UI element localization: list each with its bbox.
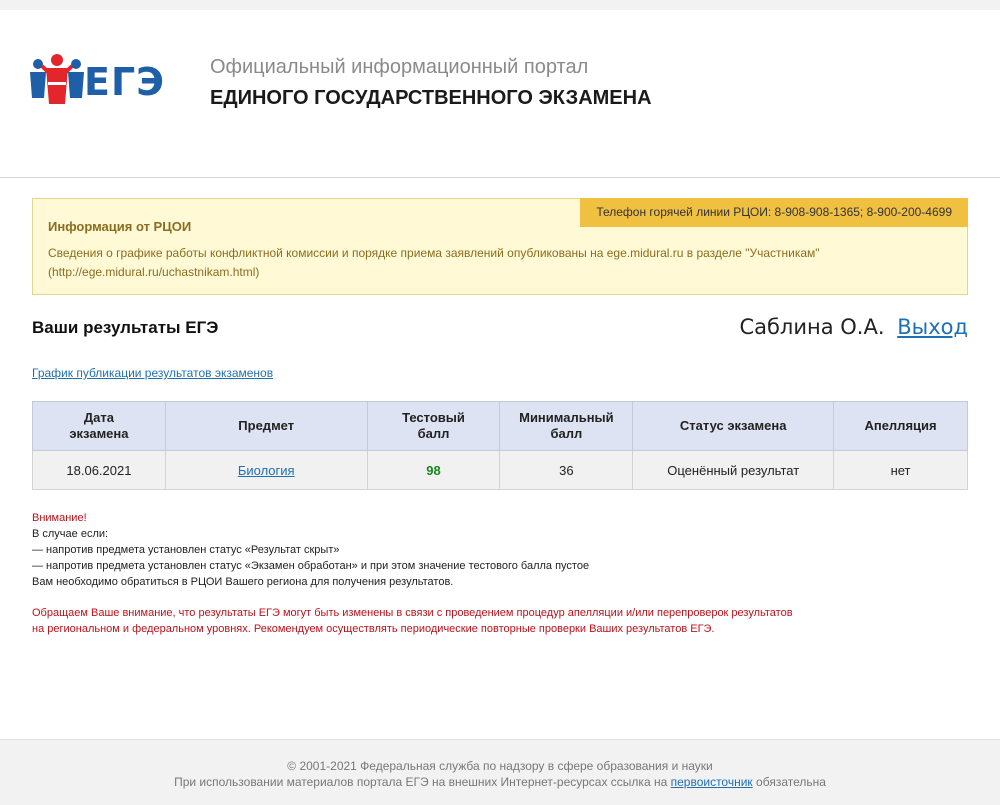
cell-appeal: нет (833, 450, 968, 490)
notes-item1: — напротив предмета установлен статус «Р… (32, 544, 340, 556)
header-date-line2: экзамена (69, 426, 129, 441)
ege-logo-icon (30, 54, 84, 104)
footer: © 2001-2021 Федеральная служба по надзор… (0, 739, 1000, 805)
logout-link[interactable]: Выход (897, 315, 968, 339)
hotline-banner: Телефон горячей линии РЦОИ: 8-908-908-13… (580, 198, 968, 227)
ege-logo[interactable]: ЕГЭ (28, 52, 173, 110)
cell-date: 18.06.2021 (32, 450, 166, 490)
header-min-line1: Минимальный (519, 410, 614, 425)
header-appeal: Апелляция (833, 401, 968, 451)
footer-copyright: © 2001-2021 Федеральная служба по надзор… (287, 759, 713, 773)
info-title: Информация от РЦОИ (48, 219, 192, 234)
notice-line2: на региональном и федеральном уровнях. Р… (32, 623, 715, 635)
source-link[interactable]: первоисточник (671, 775, 753, 789)
header-subject: Предмет (164, 401, 368, 451)
info-text-line1: Сведения о графике работы конфликтной ко… (48, 246, 820, 260)
table-row: 18.06.2021 Биология 98 36 Оценённый резу… (32, 450, 968, 490)
schedule-link[interactable]: График публикации результатов экзаменов (32, 366, 273, 380)
results-table: Дата экзамена Предмет Тестовый балл Мини… (32, 401, 968, 490)
attention-notes: Внимание! В случае если: — напротив пред… (32, 510, 589, 590)
cell-test-score: 98 (366, 450, 501, 490)
header-date-line1: Дата (83, 410, 114, 425)
user-name: Саблина О.А. (739, 315, 885, 339)
notes-case: В случае если: (32, 528, 109, 540)
subject-link[interactable]: Биология (238, 463, 295, 478)
rcoi-info-box: Телефон горячей линии РЦОИ: 8-908-908-13… (32, 198, 968, 295)
info-text: Сведения о графике работы конфликтной ко… (48, 244, 948, 282)
header-date: Дата экзамена (32, 401, 166, 451)
cell-min-score: 36 (499, 450, 634, 490)
notes-item2: — напротив предмета установлен статус «Э… (32, 560, 590, 572)
header: ЕГЭ Официальный информационный портал ЕД… (0, 10, 1000, 178)
page: ЕГЭ Официальный информационный портал ЕД… (0, 10, 1000, 805)
table-header-row: Дата экзамена Предмет Тестовый балл Мини… (32, 401, 968, 451)
header-test-score: Тестовый балл (366, 401, 501, 451)
notes-contact: Вам необходимо обратиться в РЦОИ Вашего … (32, 576, 454, 588)
footer-usage: При использовании материалов портала ЕГЭ… (0, 774, 1000, 790)
header-test-line1: Тестовый (402, 410, 465, 425)
cell-status: Оценённый результат (632, 450, 835, 490)
header-min-line2: балл (550, 426, 583, 441)
cell-subject: Биология (164, 450, 368, 490)
results-change-notice: Обращаем Ваше внимание, что результаты Е… (32, 605, 793, 637)
notice-line1: Обращаем Ваше внимание, что результаты Е… (32, 607, 793, 619)
logo-text: ЕГЭ (84, 60, 166, 104)
attention-label: Внимание! (32, 512, 87, 524)
user-block: Саблина О.А. Выход (739, 315, 968, 339)
header-min-score: Минимальный балл (499, 401, 634, 451)
header-test-line2: балл (417, 426, 450, 441)
footer-usage-suffix: обязательна (756, 775, 826, 789)
portal-title: ЕДИНОГО ГОСУДАРСТВЕННОГО ЭКЗАМЕНА (210, 87, 652, 109)
footer-usage-prefix: При использовании материалов портала ЕГЭ… (174, 775, 668, 789)
test-score-value: 98 (426, 462, 441, 478)
portal-subtitle: Официальный информационный портал (210, 56, 589, 78)
header-status: Статус экзамена (632, 401, 835, 451)
info-text-line2: (http://ege.midural.ru/uchastnikam.html) (48, 265, 260, 279)
results-title: Ваши результаты ЕГЭ (32, 318, 219, 337)
